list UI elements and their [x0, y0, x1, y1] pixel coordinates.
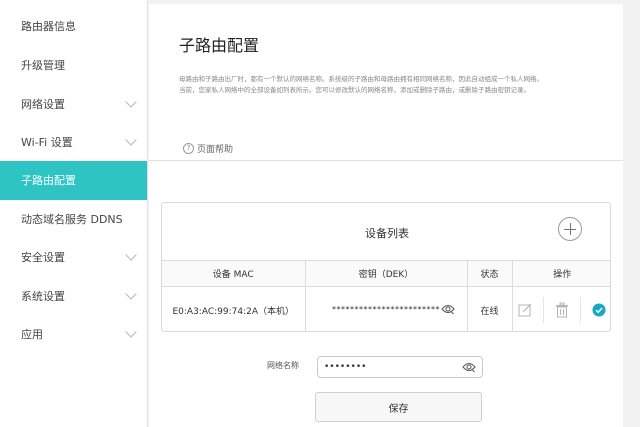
device-key: ************************ — [332, 305, 440, 314]
add-sub-router-button[interactable] — [558, 217, 582, 241]
sidebar-item-system[interactable]: 系统设置 — [0, 276, 147, 314]
network-name-input[interactable] — [324, 360, 454, 374]
device-list-title: 设备列表 — [365, 227, 409, 240]
eye-slash-icon[interactable] — [462, 361, 476, 373]
trash-icon[interactable] — [554, 302, 570, 318]
sidebar-item-label: 路由器信息 — [21, 20, 76, 33]
sidebar-item-security[interactable]: 安全设置 — [0, 238, 147, 276]
column-header-key: 密钥（DEK） — [304, 260, 468, 287]
column-header-actions: 操作 — [511, 260, 610, 287]
description-line: 母路由和子路由出厂时，都有一个默认的网络名称。系统级的子路由和母路由拥有相同网络… — [179, 75, 543, 83]
sidebar-item-upgrade[interactable]: 升级管理 — [0, 46, 147, 84]
sidebar-item-label: 子路由配置 — [21, 174, 76, 188]
sidebar-item-apps[interactable]: 应用 — [0, 315, 147, 353]
device-table: 设备 MAC 密钥（DEK） 状态 操作 E0:A3:AC:99:74:2A（本… — [162, 260, 611, 331]
chevron-down-icon — [125, 287, 137, 300]
chevron-down-icon — [125, 326, 137, 338]
chevron-down-icon — [125, 95, 137, 108]
network-name-label: 网络名称 — [267, 361, 299, 370]
sidebar-item-label: 升级管理 — [21, 59, 65, 73]
eye-slash-icon[interactable] — [440, 303, 455, 315]
description-line: 当前，您家私人网络中的全部设备如列表所示。您可以修改默认的网络名称，添加或删除子… — [179, 86, 530, 94]
sidebar-item-label: 动态域名服务 DDNS — [21, 212, 123, 226]
sidebar-item-network-settings[interactable]: 网络设置 — [0, 84, 147, 122]
sidebar-item-label: 网络设置 — [21, 97, 65, 111]
page-help-label: 页面帮助 — [197, 145, 234, 155]
sidebar-item-sub-router[interactable]: 子路由配置 — [0, 161, 147, 200]
sidebar-item-label: Wi-Fi 设置 — [21, 135, 73, 149]
column-header-mac: 设备 MAC — [162, 260, 306, 287]
help-icon: ? — [183, 143, 194, 154]
device-mac: E0:A3:AC:99:74:2A（本机） — [162, 286, 306, 331]
actions-separator — [543, 297, 545, 323]
device-actions — [513, 287, 611, 331]
sidebar-item-label: 应用 — [21, 327, 43, 341]
device-list-card: 设备列表 设备 MAC 密钥（DEK） 状态 操作 E0:A3:AC:99:74… — [161, 202, 611, 332]
check-circle-icon[interactable] — [591, 302, 607, 318]
device-status: 在线 — [466, 286, 513, 331]
main-panel: 子路由配置 母路由和子路由出厂时，都有一个默认的网络名称。系统级的子路由和母路由… — [149, 4, 623, 427]
column-header-status: 状态 — [466, 260, 513, 287]
save-button[interactable]: 保存 — [315, 392, 482, 422]
table-row: E0:A3:AC:99:74:2A（本机） ******************… — [162, 286, 611, 331]
sidebar-item-router-info[interactable]: 路由器信息 — [0, 0, 147, 46]
actions-separator — [580, 297, 582, 323]
chevron-down-icon — [125, 249, 137, 261]
chevron-down-icon — [125, 134, 137, 146]
device-actions-cell — [511, 286, 611, 331]
page-help-link[interactable]: ? 页面帮助 — [183, 142, 233, 155]
page-title: 子路由配置 — [179, 36, 260, 55]
sidebar-item-label: 安全设置 — [21, 251, 65, 265]
network-name-field[interactable] — [317, 356, 483, 378]
sidebar: 路由器信息 升级管理 网络设置 Wi-Fi 设置 子路由配置 动态域名服务 DD… — [0, 0, 148, 427]
edit-icon[interactable] — [517, 302, 533, 318]
sidebar-item-label: 系统设置 — [21, 289, 65, 303]
page-description: 母路由和子路由出厂时，都有一个默认的网络名称。系统级的子路由和母路由拥有相同网络… — [179, 74, 599, 96]
device-key-cell: ************************ — [304, 286, 468, 331]
divider — [149, 160, 623, 161]
sidebar-item-wifi-settings[interactable]: Wi-Fi 设置 — [0, 123, 147, 161]
sidebar-item-ddns[interactable]: 动态域名服务 DDNS — [0, 200, 147, 238]
table-header-row: 设备 MAC 密钥（DEK） 状态 操作 — [162, 260, 610, 287]
